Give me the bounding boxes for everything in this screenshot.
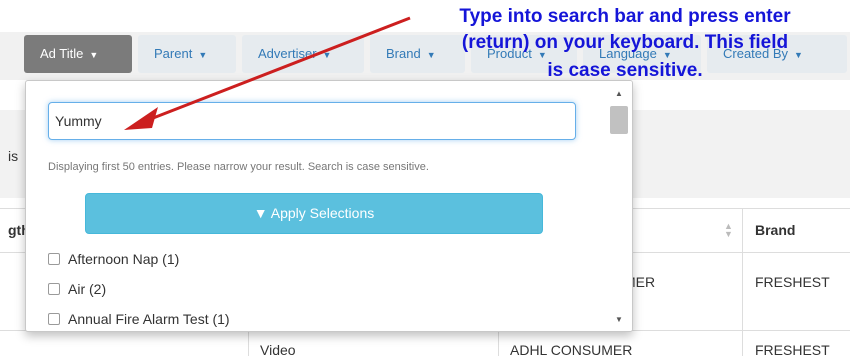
annotation-arrow (124, 16, 411, 130)
arrow-shaft (147, 16, 411, 122)
arrow-head-icon (124, 107, 158, 130)
